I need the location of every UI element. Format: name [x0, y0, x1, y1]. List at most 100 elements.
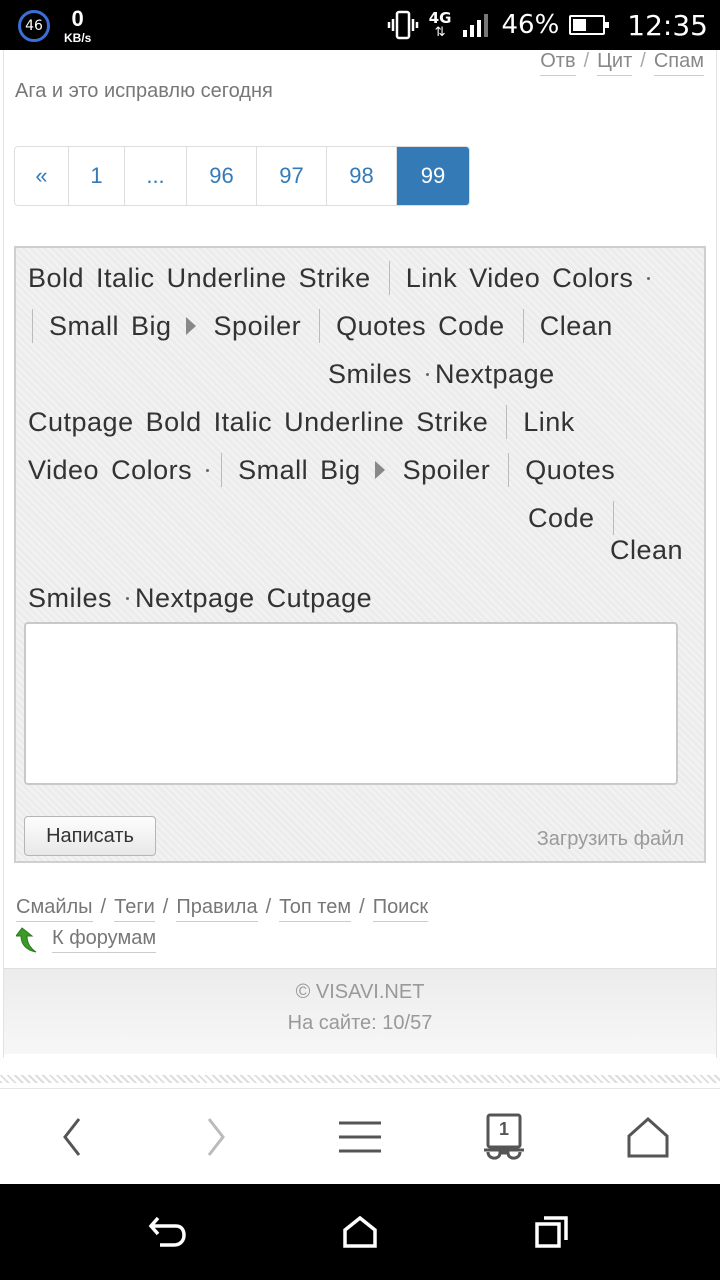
network-type-icon: 4G ⇅ [428, 9, 452, 40]
message-textarea[interactable] [24, 622, 678, 785]
page-prev-button[interactable]: « [15, 147, 69, 205]
battery-percent: 46% [501, 10, 560, 40]
spam-link[interactable]: Спам [653, 50, 704, 76]
smiles-link[interactable]: Смайлы [16, 896, 93, 922]
underline-button[interactable]: Underline [167, 263, 287, 294]
home-icon [627, 1116, 669, 1158]
online-count: На сайте: 10/57 [287, 1012, 433, 1034]
post-text: Ага и это исправлю сегодня [15, 80, 273, 102]
code-button-2[interactable]: Code [528, 503, 595, 534]
colors-button[interactable]: Colors [552, 263, 633, 294]
video-button[interactable]: Video [469, 263, 540, 294]
system-recents-button[interactable] [522, 1202, 582, 1262]
strike-button-2[interactable]: Strike [416, 407, 488, 438]
big-button-2[interactable]: Big [320, 455, 361, 486]
pagination: « 1 ... 96 97 98 99 [14, 146, 470, 206]
toolbar-divider [506, 405, 508, 439]
signal-icon [462, 14, 488, 37]
net-speed-value: 0 [71, 6, 84, 31]
small-button[interactable]: Small [49, 311, 119, 342]
battery-fill [573, 19, 587, 31]
back-to-forums-link[interactable]: К форумам [52, 927, 157, 953]
tab-count: 1 [498, 1119, 509, 1139]
toolbar-dot [206, 468, 210, 472]
network-label: 4G [428, 9, 452, 27]
toolbar-divider [522, 309, 524, 343]
browser-menu-button[interactable] [330, 1107, 390, 1167]
link-button[interactable]: Link [406, 263, 458, 294]
status-bar: 46 0 KB/s 4G ⇅ 46% 12:35 [0, 0, 720, 50]
cutpage-button-2[interactable]: Cutpage [267, 583, 373, 614]
top-topics-link[interactable]: Топ тем [279, 896, 352, 922]
reply-link[interactable]: Отв [540, 50, 576, 76]
system-back-button[interactable] [138, 1202, 198, 1262]
toolbar-divider [508, 453, 510, 487]
menu-icon [339, 1121, 381, 1153]
back-to-forums: К форумам [16, 926, 157, 954]
italic-button-2[interactable]: Italic [214, 407, 273, 438]
toolbar-divider [32, 309, 33, 343]
chevron-right-icon [207, 1118, 225, 1156]
small-button-2[interactable]: Small [238, 455, 308, 486]
vibrate-icon [387, 10, 418, 40]
search-link[interactable]: Поиск [372, 896, 429, 922]
rules-link[interactable]: Правила [176, 896, 258, 922]
smiles-button-2[interactable]: Smiles [28, 583, 112, 614]
smiles-button[interactable]: Smiles [328, 359, 412, 390]
spoiler-arrow-icon [185, 317, 196, 335]
bold-button-2[interactable]: Bold [146, 407, 202, 438]
nextpage-button-2[interactable]: Nextpage [135, 583, 255, 614]
page-button-98[interactable]: 98 [327, 147, 397, 205]
system-home-button[interactable] [330, 1202, 390, 1262]
cutpage-button[interactable]: Cutpage [28, 407, 134, 438]
home-icon [343, 1215, 377, 1248]
upload-file-link[interactable]: Загрузить файл [537, 828, 684, 851]
video-button-2[interactable]: Video [28, 455, 99, 486]
back-arrow-icon [16, 927, 37, 953]
code-button[interactable]: Code [438, 311, 505, 342]
submit-button[interactable]: Написать [24, 816, 156, 856]
site-footer: © VISAVI.NET На сайте: 10/57 [4, 968, 716, 1054]
italic-button[interactable]: Italic [96, 263, 155, 294]
browser-home-button[interactable] [618, 1107, 678, 1167]
quotes-button[interactable]: Quotes [336, 311, 426, 342]
browser-back-button[interactable] [42, 1107, 102, 1167]
quotes-button-2[interactable]: Quotes [525, 455, 615, 486]
colors-button-2[interactable]: Colors [111, 455, 192, 486]
browser-toolbar: 1 [0, 1088, 720, 1184]
spoiler-button-2[interactable]: Spoiler [403, 455, 491, 486]
clock: 12:35 [627, 8, 708, 42]
link-button-2[interactable]: Link [523, 407, 575, 438]
page-button-current[interactable]: 99 [397, 147, 469, 205]
quote-link[interactable]: Цит [597, 50, 633, 76]
toolbar-dot [126, 596, 130, 600]
clean-button-2[interactable]: Clean [610, 535, 683, 566]
spoiler-arrow-icon [374, 461, 385, 479]
post-actions: Отв / Цит / Спам [540, 50, 704, 76]
strike-button[interactable]: Strike [299, 263, 371, 294]
page-bottom-strip [0, 1075, 720, 1083]
spoiler-button[interactable]: Spoiler [214, 311, 302, 342]
back-icon [148, 1216, 186, 1247]
android-navigation-bar [0, 1184, 720, 1280]
page-button-97[interactable]: 97 [257, 147, 327, 205]
big-button[interactable]: Big [131, 311, 172, 342]
browser-forward-button[interactable] [186, 1107, 246, 1167]
toolbar-dot [426, 372, 430, 376]
net-speed-unit: KB/s [64, 31, 92, 45]
toolbar-dot [647, 276, 651, 280]
clean-button[interactable]: Clean [540, 311, 613, 342]
battery-icon [569, 15, 610, 35]
browser-tabs-button[interactable]: 1 [474, 1107, 534, 1167]
web-page: Отв / Цит / Спам Ага и это исправлю сего… [0, 50, 720, 1083]
page-button-96[interactable]: 96 [187, 147, 257, 205]
underline-button-2[interactable]: Underline [284, 407, 404, 438]
page-button-1[interactable]: 1 [69, 147, 125, 205]
toolbar-divider [319, 309, 321, 343]
page-ellipsis[interactable]: ... [125, 147, 187, 205]
recents-icon [535, 1216, 568, 1248]
tags-link[interactable]: Теги [114, 896, 155, 922]
chevron-left-icon [63, 1118, 81, 1156]
bold-button[interactable]: Bold [28, 263, 84, 294]
nextpage-button[interactable]: Nextpage [435, 359, 555, 390]
